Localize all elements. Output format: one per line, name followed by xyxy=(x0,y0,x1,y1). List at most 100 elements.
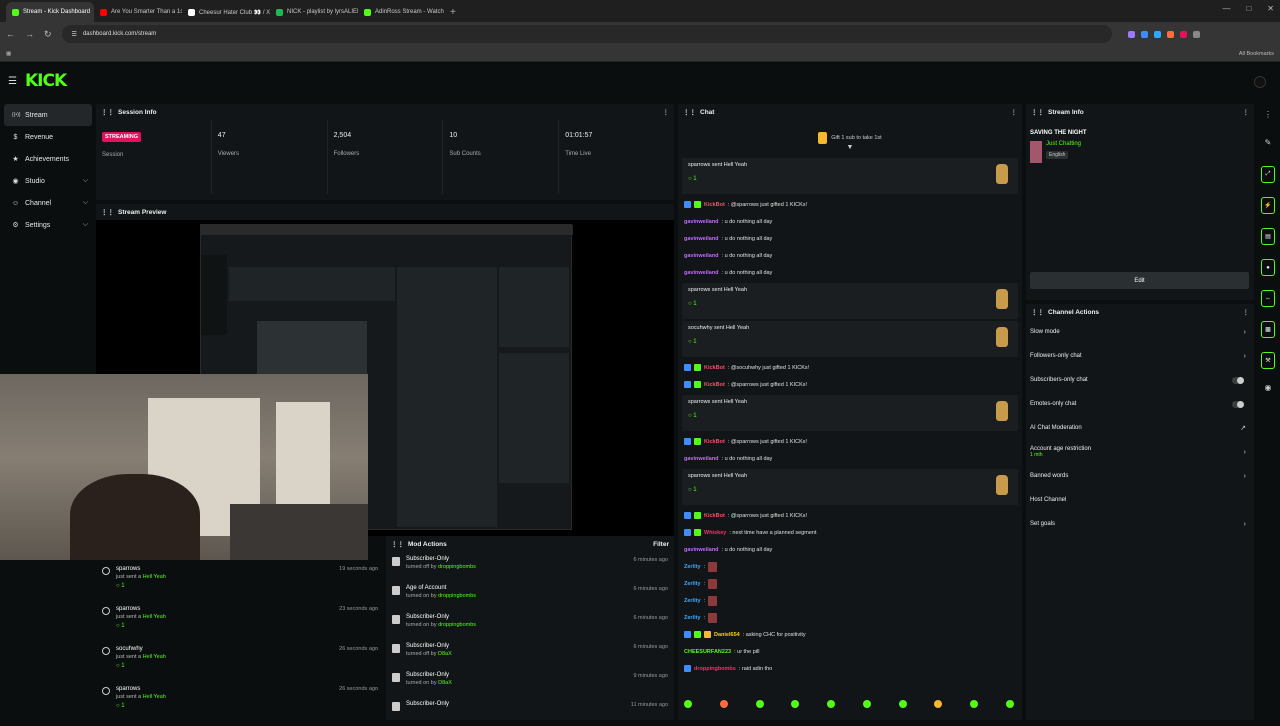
chat-username[interactable]: gavinweiland xyxy=(684,219,719,225)
emote-icon[interactable] xyxy=(791,700,800,708)
avatar[interactable] xyxy=(1254,76,1266,88)
chat-username[interactable]: gavinweiland xyxy=(684,253,719,259)
pencil-icon[interactable]: ✎ xyxy=(1261,138,1275,152)
all-bookmarks[interactable]: All Bookmarks xyxy=(1239,51,1274,57)
external-link-icon[interactable]: ↗ xyxy=(1240,424,1246,432)
browser-tab[interactable]: Cheesur Hater Club 👀 / X✕ xyxy=(182,2,270,22)
emote-icon[interactable] xyxy=(755,700,764,708)
chat-username[interactable]: gavinweiland xyxy=(684,270,719,276)
forward-icon[interactable]: → xyxy=(25,29,34,39)
drag-handle-icon[interactable]: ⋮⋮ xyxy=(683,108,696,116)
chat-username[interactable]: CHEESURFAN223 xyxy=(684,649,731,655)
toggle-switch[interactable] xyxy=(1232,400,1244,408)
wrench-icon[interactable]: ⚒ xyxy=(1261,352,1275,369)
event-user[interactable]: socuhwhy xyxy=(116,646,166,652)
drag-handle-icon[interactable]: ⋮⋮ xyxy=(101,208,114,216)
chat-username[interactable]: gavinweiland xyxy=(684,236,719,242)
more-options-icon[interactable]: ⋮ xyxy=(663,108,670,116)
url-field[interactable]: ☰ dashboard.kick.com/stream xyxy=(61,25,1112,43)
chat-username[interactable]: Whiskey xyxy=(704,530,726,536)
extension-icon[interactable] xyxy=(1153,30,1161,38)
back-icon[interactable]: ← xyxy=(6,29,15,39)
chat-username[interactable]: KickBot xyxy=(704,439,725,445)
chat-username[interactable]: Daniel654 xyxy=(714,632,740,638)
drag-handle-icon[interactable]: ⋮⋮ xyxy=(101,108,114,116)
chat-username[interactable]: KickBot xyxy=(704,365,725,371)
split-icon[interactable]: ⇔ xyxy=(1261,290,1275,307)
mod-action-user[interactable]: droppingbombs xyxy=(438,593,476,599)
channel-action-subscribers-only-chat[interactable]: Subscribers-only chat xyxy=(1026,368,1254,392)
edit-stream-info-button[interactable]: Edit xyxy=(1030,272,1249,289)
emote-icon[interactable] xyxy=(862,700,871,708)
clipboard-icon[interactable]: ▩ xyxy=(1261,321,1275,338)
emote-icon[interactable] xyxy=(827,700,836,708)
extension-icon[interactable] xyxy=(1127,30,1135,38)
menu-icon[interactable]: ☰ xyxy=(8,76,17,87)
mod-action-user[interactable]: droppingbombs xyxy=(438,622,476,628)
emote-icon[interactable] xyxy=(684,700,692,708)
close-icon[interactable]: ✕ xyxy=(1267,4,1274,13)
drag-handle-icon[interactable]: ⋮⋮ xyxy=(1031,308,1044,316)
maximize-icon[interactable]: □ xyxy=(1246,4,1251,13)
drag-handle-icon[interactable]: ⋮⋮ xyxy=(1031,108,1044,116)
channel-action-account-age-restriction[interactable]: Account age restriction 1 mth › xyxy=(1026,440,1254,464)
sidebar-item-achievements[interactable]: ★ Achievements xyxy=(4,148,92,170)
browser-tab[interactable]: Stream - Kick Dashboard✕ xyxy=(6,2,94,22)
more-options-icon[interactable]: ⋮ xyxy=(1261,110,1275,124)
channel-action-host-channel[interactable]: Host Channel xyxy=(1026,488,1254,512)
event-user[interactable]: sparrows xyxy=(116,566,166,572)
emote-icon[interactable] xyxy=(970,700,979,708)
extension-icon[interactable] xyxy=(1166,30,1174,38)
minimize-icon[interactable]: — xyxy=(1222,4,1230,13)
chat-username[interactable]: Zerlity xyxy=(684,581,701,587)
new-tab-icon[interactable]: + xyxy=(450,2,456,22)
chat-bubble-icon[interactable]: ● xyxy=(1261,259,1275,276)
chat-username[interactable]: gavinweiland xyxy=(684,456,719,462)
document-icon[interactable]: ▤ xyxy=(1261,228,1275,245)
drag-handle-icon[interactable]: ⋮⋮ xyxy=(391,540,404,548)
channel-action-banned-words[interactable]: Banned words › xyxy=(1026,464,1254,488)
chat-username[interactable]: Zerlity xyxy=(684,564,701,570)
apps-icon[interactable]: ▦ xyxy=(6,51,11,57)
channel-action-slow-mode[interactable]: Slow mode › xyxy=(1026,320,1254,344)
category-name[interactable]: Just Chatting xyxy=(1046,141,1081,147)
collapse-icon[interactable]: ▼ xyxy=(678,144,1022,156)
more-options-icon[interactable]: ⋮ xyxy=(1011,108,1018,116)
sidebar-item-revenue[interactable]: $ Revenue xyxy=(4,126,92,148)
sidebar-item-channel[interactable]: ☺ Channel ⌵ xyxy=(4,192,92,214)
channel-action-emotes-only-chat[interactable]: Emotes-only chat xyxy=(1026,392,1254,416)
chat-username[interactable]: droppingbombs xyxy=(694,666,736,672)
browser-tab[interactable]: NICK - playlist by lyrsALIEN✕ xyxy=(270,2,358,22)
fullscreen-icon[interactable]: ⤢ xyxy=(1261,166,1275,183)
extension-icon[interactable] xyxy=(1192,30,1200,38)
emote-icon[interactable] xyxy=(719,700,728,708)
chat-username[interactable]: Zerlity xyxy=(684,598,701,604)
sidebar-item-stream[interactable]: ((•)) Stream xyxy=(4,104,92,126)
reload-icon[interactable]: ↻ xyxy=(44,29,52,40)
chat-username[interactable]: KickBot xyxy=(704,202,725,208)
chat-username[interactable]: KickBot xyxy=(704,382,725,388)
site-info-icon[interactable]: ☰ xyxy=(72,31,77,38)
kick-logo[interactable]: KICK xyxy=(25,71,67,91)
event-user[interactable]: sparrows xyxy=(116,606,166,612)
palette-icon[interactable]: ◉ xyxy=(1261,383,1275,397)
toggle-switch[interactable] xyxy=(1232,376,1244,384)
extension-icon[interactable] xyxy=(1179,30,1187,38)
chat-username[interactable]: Zerlity xyxy=(684,615,701,621)
more-options-icon[interactable]: ⋮ xyxy=(1243,108,1250,116)
chat-username[interactable]: KickBot xyxy=(704,513,725,519)
sidebar-item-settings[interactable]: ⚙ Settings ⌵ xyxy=(4,214,92,236)
browser-tab[interactable]: AdinRoss Stream - Watch Live✕ xyxy=(358,2,446,22)
emote-icon[interactable] xyxy=(898,700,907,708)
emote-icon[interactable] xyxy=(934,700,943,708)
filter-button[interactable]: Filter xyxy=(653,541,669,548)
extension-icon[interactable] xyxy=(1140,30,1148,38)
channel-action-followers-only-chat[interactable]: Followers-only chat › xyxy=(1026,344,1254,368)
event-user[interactable]: sparrows xyxy=(116,686,166,692)
sidebar-item-studio[interactable]: ◉ Studio ⌵ xyxy=(4,170,92,192)
more-options-icon[interactable]: ⋮ xyxy=(1243,308,1250,316)
mod-action-user[interactable]: D8aX xyxy=(438,680,452,686)
lightning-icon[interactable]: ⚡ xyxy=(1261,197,1275,214)
browser-tab[interactable]: Are You Smarter Than a 1st G✕ xyxy=(94,2,182,22)
channel-action-set-goals[interactable]: Set goals › xyxy=(1026,512,1254,536)
